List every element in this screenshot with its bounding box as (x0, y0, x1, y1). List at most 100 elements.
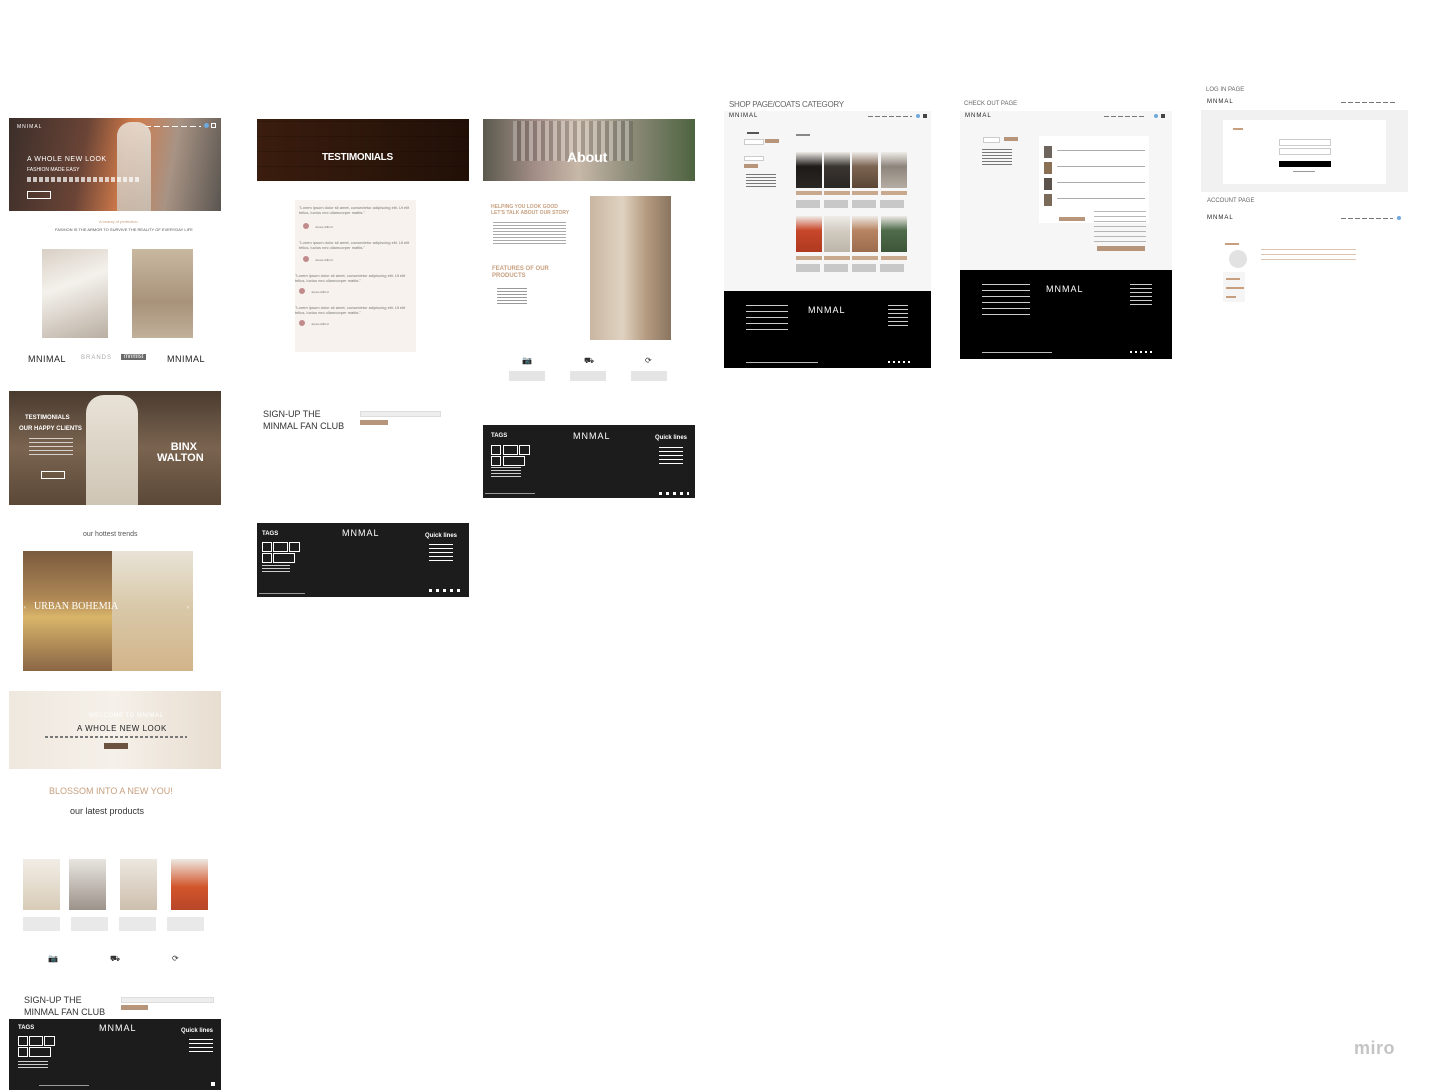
add-to-cart-button[interactable] (796, 191, 822, 195)
shop-cart-icon[interactable] (923, 114, 927, 118)
signup-subscribe-button[interactable] (121, 1005, 148, 1010)
add-to-cart-button[interactable] (824, 256, 850, 260)
sort-button[interactable] (744, 164, 758, 168)
cart-icon[interactable] (211, 123, 216, 128)
shop-nav-links[interactable] (868, 116, 912, 117)
checkout-nav-links[interactable] (1104, 116, 1144, 117)
footer-quick-links[interactable] (429, 544, 453, 562)
password-input[interactable] (1279, 148, 1331, 155)
footer-tag[interactable] (44, 1036, 55, 1046)
checkout-nav-logo[interactable]: MNMAL (965, 113, 992, 119)
feature-image-2[interactable] (132, 249, 193, 338)
footer-tag[interactable] (519, 445, 530, 455)
cart-item-image[interactable] (1044, 162, 1052, 174)
footer-tag[interactable] (29, 1047, 51, 1057)
footer-tag[interactable] (503, 456, 525, 466)
footer-social-icons[interactable] (429, 589, 463, 592)
logout-link[interactable] (1226, 296, 1236, 298)
product-card-image[interactable] (796, 216, 822, 252)
footer-social-icons[interactable] (1130, 351, 1154, 353)
cart-item-image[interactable] (1044, 178, 1052, 190)
hero-shop-button[interactable] (27, 191, 51, 199)
product-card-image[interactable] (824, 152, 850, 188)
latest-product-2[interactable] (69, 859, 106, 910)
testimonials-signup-title: SIGN-UP THE MINMAL FAN CLUB (263, 409, 345, 431)
author-1: Jessie Allbrid (315, 225, 333, 229)
checkout-apply-button[interactable] (1004, 137, 1018, 141)
footer-tag[interactable] (503, 445, 518, 455)
product-card-image[interactable] (852, 216, 878, 252)
shop-breadcrumb[interactable] (796, 134, 810, 136)
product-card-image[interactable] (796, 152, 822, 188)
nav-logo[interactable]: MNIMAL (17, 124, 42, 130)
account-nav-logo[interactable]: MNMAL (1207, 215, 1234, 221)
shop-nav-logo[interactable]: MNIMAL (729, 113, 758, 119)
checkout-cart-icon[interactable] (1161, 114, 1165, 118)
login-nav-logo[interactable]: MNMAL (1207, 99, 1234, 105)
add-to-cart-button[interactable] (824, 191, 850, 195)
shop-user-icon[interactable] (916, 114, 920, 118)
category-list[interactable] (746, 174, 776, 188)
cart-item-image[interactable] (1044, 146, 1052, 158)
footer-right-links[interactable] (1130, 284, 1152, 308)
filter-button[interactable] (765, 139, 779, 143)
trend-next-arrow[interactable]: › (187, 605, 189, 611)
feature-image-1[interactable] (42, 249, 108, 338)
lost-password-link[interactable] (1293, 171, 1315, 172)
footer-social-icons[interactable] (888, 361, 910, 363)
footer-tag[interactable] (289, 542, 300, 552)
add-to-cart-button[interactable] (881, 191, 907, 195)
product-card-image[interactable] (852, 152, 878, 188)
trend-prev-arrow[interactable]: ‹ (24, 605, 26, 611)
account-user-icon[interactable] (1397, 216, 1401, 220)
footer-tag[interactable] (29, 1036, 43, 1046)
user-icon[interactable] (204, 123, 209, 128)
username-input[interactable] (1279, 139, 1331, 146)
latest-product-3[interactable] (120, 859, 157, 910)
latest-product-4[interactable] (171, 859, 208, 910)
testimonials-subscribe-button[interactable] (360, 420, 388, 425)
signup-email-input[interactable] (121, 997, 214, 1003)
footer-quick-links[interactable] (659, 447, 683, 465)
update-cart-button[interactable] (1059, 217, 1085, 221)
footer-tag[interactable] (18, 1047, 28, 1057)
footer-tag[interactable] (273, 542, 288, 552)
banner-button[interactable] (41, 471, 65, 479)
dashboard-link[interactable] (1226, 278, 1240, 280)
login-nav-links[interactable] (1341, 102, 1397, 103)
sort-input[interactable] (744, 156, 764, 161)
avatar (299, 288, 305, 294)
trend-image-2[interactable] (112, 551, 193, 671)
promo-button[interactable] (104, 743, 128, 749)
account-avatar[interactable] (1229, 250, 1247, 268)
footer-tag[interactable] (262, 553, 272, 563)
add-to-cart-button[interactable] (881, 256, 907, 260)
footer-tag[interactable] (273, 553, 295, 563)
login-button[interactable] (1279, 161, 1331, 167)
footer-right-links[interactable] (888, 305, 908, 327)
footer-social-icon[interactable] (211, 1082, 215, 1086)
footer-tag[interactable] (491, 445, 501, 455)
account-nav-links[interactable] (1341, 218, 1393, 219)
add-to-cart-button[interactable] (852, 256, 878, 260)
product-card-image[interactable] (824, 216, 850, 252)
shop-sidebar (744, 129, 784, 189)
checkout-coupon-input[interactable] (983, 137, 1000, 143)
footer-quick-links[interactable] (189, 1039, 213, 1055)
nav-links[interactable] (145, 126, 201, 127)
testimonials-signup-input[interactable] (360, 411, 441, 417)
price-input[interactable] (744, 139, 764, 145)
footer-tag[interactable] (18, 1036, 28, 1046)
add-to-cart-button[interactable] (796, 256, 822, 260)
proceed-checkout-button[interactable] (1097, 246, 1145, 251)
footer-tag[interactable] (262, 542, 272, 552)
footer-tag[interactable] (491, 456, 501, 466)
checkout-user-icon[interactable] (1154, 114, 1158, 118)
footer-social-icons[interactable] (659, 492, 689, 495)
latest-product-1[interactable] (23, 859, 60, 910)
change-password-link[interactable] (1226, 287, 1244, 289)
product-card-image[interactable] (881, 216, 907, 252)
product-card-image[interactable] (881, 152, 907, 188)
add-to-cart-button[interactable] (852, 191, 878, 195)
cart-item-image[interactable] (1044, 194, 1052, 206)
